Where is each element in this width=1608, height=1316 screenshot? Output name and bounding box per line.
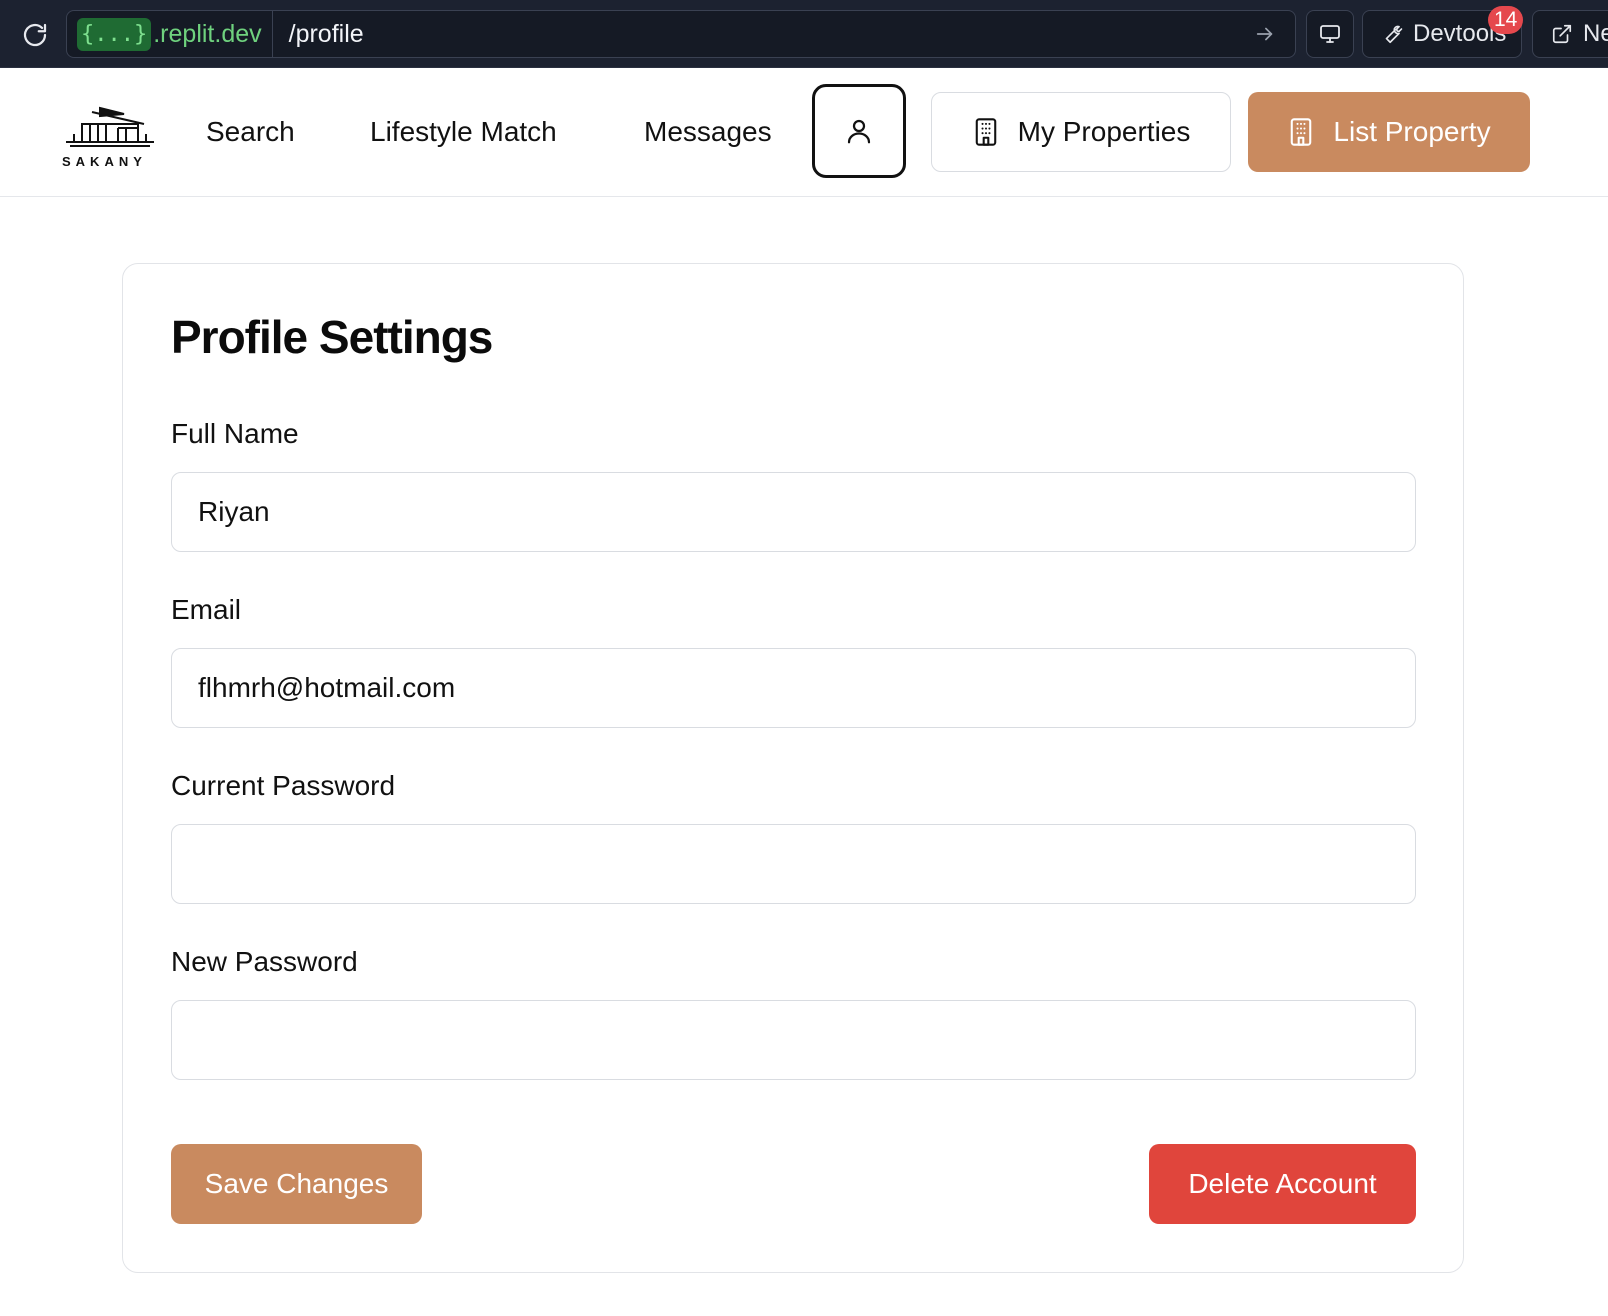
url-path-input[interactable]: /profile xyxy=(273,20,1245,49)
wrench-icon xyxy=(1385,25,1403,44)
nav-search[interactable]: Search xyxy=(206,116,295,148)
my-properties-button[interactable]: My Properties xyxy=(931,92,1231,172)
reload-icon[interactable] xyxy=(18,18,52,52)
new-password-field[interactable] xyxy=(171,1000,1416,1080)
nav-lifestyle-match[interactable]: Lifestyle Match xyxy=(370,116,557,148)
full-name-field[interactable]: Riyan xyxy=(171,472,1416,552)
user-icon xyxy=(847,119,871,144)
my-properties-label: My Properties xyxy=(1017,116,1191,147)
open-new-tab-button[interactable]: Ne xyxy=(1532,10,1608,58)
building-icon xyxy=(1291,118,1312,146)
email-label: Email xyxy=(171,594,242,625)
monitor-icon xyxy=(1320,25,1340,43)
list-property-button[interactable]: List Property xyxy=(1248,92,1530,172)
profile-button[interactable] xyxy=(812,84,906,178)
save-changes-button[interactable]: Save Changes xyxy=(171,1144,422,1224)
address-bar[interactable]: {...} .replit.dev /profile xyxy=(66,10,1296,58)
new-tab-label: Ne xyxy=(1583,20,1608,47)
logo-text: SAKANY xyxy=(62,154,147,169)
current-password-field[interactable] xyxy=(171,824,1416,904)
browser-toolbar: {...} .replit.dev /profile Devtools 14 N… xyxy=(0,0,1608,68)
nav-messages[interactable]: Messages xyxy=(644,116,772,148)
external-link-icon xyxy=(1552,24,1572,44)
url-chip: {...} xyxy=(77,17,152,51)
full-name-label: Full Name xyxy=(171,418,299,449)
list-property-label: List Property xyxy=(1333,116,1491,147)
profile-settings-card xyxy=(122,263,1464,1273)
building-icon xyxy=(975,118,996,146)
email-field[interactable]: flhmrh@hotmail.com xyxy=(171,648,1416,728)
url-domain: {...} .replit.dev xyxy=(67,11,273,57)
current-password-label: Current Password xyxy=(171,770,396,801)
arrow-right-icon[interactable] xyxy=(1245,14,1285,54)
delete-account-button[interactable]: Delete Account xyxy=(1149,1144,1416,1224)
new-password-label: New Password xyxy=(171,946,358,977)
page-title: Profile Settings xyxy=(171,311,493,363)
url-host: .replit.dev xyxy=(153,19,262,48)
devtools-badge: 14 xyxy=(1488,6,1524,34)
monitor-button[interactable] xyxy=(1306,10,1354,58)
